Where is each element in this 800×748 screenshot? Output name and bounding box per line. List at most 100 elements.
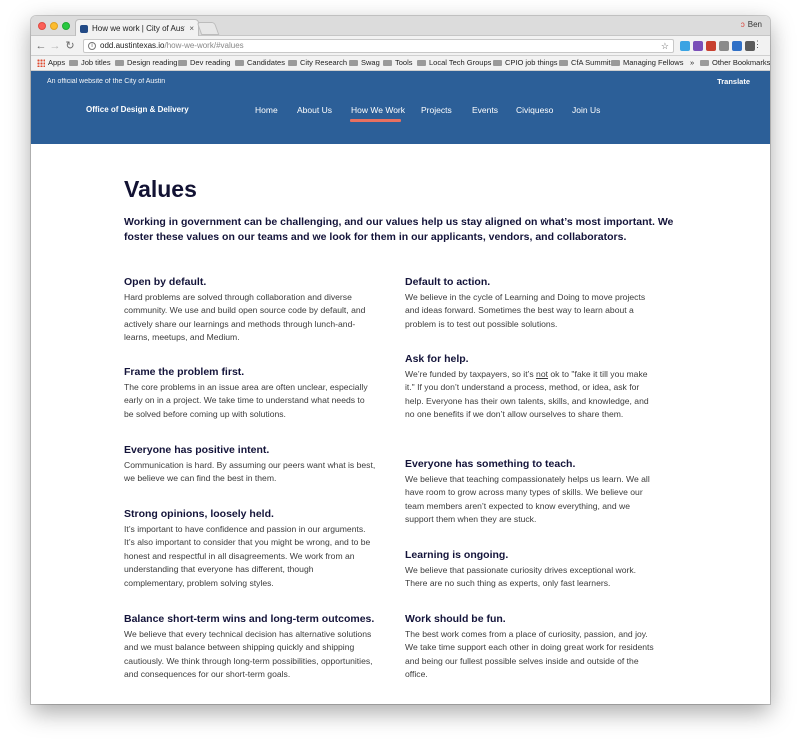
forward-arrow-icon[interactable]: → <box>49 39 61 53</box>
value-strong-opinions: Strong opinions, loosely held. It’s impo… <box>124 507 376 590</box>
value-heading: Everyone has positive intent. <box>124 444 270 456</box>
more-menu-icon[interactable]: ⋮ <box>753 39 762 50</box>
value-body: We believe in the cycle of Learning and … <box>405 292 646 329</box>
close-window-button[interactable] <box>38 22 46 30</box>
official-notice: An official website of the City of Austi… <box>47 78 166 85</box>
folder-icon <box>559 59 568 66</box>
nav-link-how-we-work[interactable]: How We Work <box>351 105 405 115</box>
folder-icon <box>69 59 78 66</box>
address-bar[interactable]: i odd.austintexas.io/how-we-work/#values … <box>83 39 674 53</box>
extension-icon[interactable] <box>719 41 729 51</box>
active-nav-indicator <box>350 119 401 122</box>
bookmarks-bar: Apps Job titles Design reading Dev readi… <box>31 56 770 71</box>
bookmark-other-bookmarks[interactable]: Other Bookmarks <box>700 58 770 67</box>
title-bar: How we work | City of Austin D × ↄBen <box>31 16 770 37</box>
back-arrow-icon[interactable]: ← <box>35 39 47 53</box>
value-body-text: We’re funded by taxpayers, so it’s <box>405 369 537 379</box>
url-path: /how-we-work/#values <box>164 41 244 50</box>
page-title: Values <box>124 176 197 202</box>
value-heading: Frame the problem first. <box>124 366 245 378</box>
folder-icon <box>700 59 709 66</box>
folder-icon <box>611 59 620 66</box>
nav-link-events[interactable]: Events <box>472 105 498 115</box>
nav-link-home[interactable]: Home <box>255 105 278 115</box>
url-host: odd.austintexas.io <box>100 41 165 50</box>
bookmark-job-titles[interactable]: Job titles <box>69 58 111 67</box>
extension-icon[interactable] <box>706 41 716 51</box>
value-open-by-default: Open by default. Hard problems are solve… <box>124 275 376 345</box>
translate-button[interactable]: Translate <box>717 77 750 86</box>
value-body: We believe that teaching compassionately… <box>405 474 650 525</box>
value-balance-wins: Balance short-term wins and long-term ou… <box>124 612 376 682</box>
reload-icon[interactable]: ↻ <box>64 39 76 53</box>
browser-window: How we work | City of Austin D × ↄBen ← … <box>31 16 770 704</box>
minimize-window-button[interactable] <box>50 22 58 30</box>
folder-icon <box>417 59 426 66</box>
value-heading: Everyone has something to teach. <box>405 458 576 470</box>
bookmark-design-reading[interactable]: Design reading <box>115 58 177 67</box>
info-icon[interactable]: i <box>88 41 96 50</box>
profile-icon: ↄ <box>740 20 745 29</box>
value-learning-ongoing: Learning is ongoing. We believe that pas… <box>405 548 657 591</box>
folder-icon <box>349 59 358 66</box>
value-something-to-teach: Everyone has something to teach. We beli… <box>405 457 657 527</box>
bookmark-swag[interactable]: Swag <box>349 58 380 67</box>
profile-name: Ben <box>747 20 762 29</box>
folder-icon <box>493 59 502 66</box>
value-body: Hard problems are solved through collabo… <box>124 292 366 343</box>
value-body: Communication is hard. By assuming our p… <box>124 460 376 484</box>
bookmark-dev-reading[interactable]: Dev reading <box>178 58 230 67</box>
value-positive-intent: Everyone has positive intent. Communicat… <box>124 443 376 486</box>
bookmarks-overflow-button[interactable]: » <box>690 58 694 67</box>
bookmark-tools[interactable]: Tools <box>383 58 413 67</box>
bookmark-star-icon[interactable]: ☆ <box>661 40 669 52</box>
value-ask-for-help: Ask for help. We’re funded by taxpayers,… <box>405 352 657 422</box>
value-heading: Work should be fun. <box>405 613 506 625</box>
value-frame-the-problem: Frame the problem first. The core proble… <box>124 365 376 421</box>
nav-link-civiqueso[interactable]: Civiqueso <box>516 105 553 115</box>
folder-icon <box>288 59 297 66</box>
extension-icon[interactable] <box>732 41 742 51</box>
value-heading: Open by default. <box>124 276 207 288</box>
value-default-to-action: Default to action. We believe in the cyc… <box>405 275 657 331</box>
value-heading: Balance short-term wins and long-term ou… <box>124 613 375 625</box>
bookmark-city-research[interactable]: City Research <box>288 58 347 67</box>
value-heading: Strong opinions, loosely held. <box>124 508 274 520</box>
bookmark-local-tech-groups[interactable]: Local Tech Groups <box>417 58 491 67</box>
value-body: We believe that passionate curiosity dri… <box>405 565 637 589</box>
folder-icon <box>178 59 187 66</box>
site-brand-link[interactable]: Office of Design & Delivery <box>86 105 189 114</box>
profile-button[interactable]: ↄ Ben <box>741 20 762 29</box>
value-body: It’s important to have confidence and pa… <box>124 524 371 588</box>
nav-link-join-us[interactable]: Join Us <box>572 105 600 115</box>
main-content: Values Working in government can be chal… <box>31 144 770 704</box>
tab-title: How we work | City of Austin D <box>92 24 185 33</box>
value-heading: Default to action. <box>405 276 491 288</box>
apps-grid-icon <box>37 58 45 67</box>
bookmark-cpio-job-things[interactable]: CPIO job things <box>493 58 558 67</box>
folder-icon <box>383 59 392 66</box>
value-heading: Learning is ongoing. <box>405 549 509 561</box>
intro-paragraph: Working in government can be challenging… <box>124 216 674 243</box>
bookmark-managing-fellows[interactable]: Managing Fellows <box>611 58 683 67</box>
value-heading: Ask for help. <box>405 353 469 365</box>
bookmark-apps[interactable]: Apps <box>37 58 65 67</box>
nav-link-about-us[interactable]: About Us <box>297 105 332 115</box>
site-favicon-icon <box>80 24 88 33</box>
nav-link-projects[interactable]: Projects <box>421 105 452 115</box>
maximize-window-button[interactable] <box>62 22 70 30</box>
extension-icon[interactable] <box>693 41 703 51</box>
bookmark-candidates[interactable]: Candidates <box>235 58 285 67</box>
new-tab-button[interactable] <box>196 22 220 35</box>
value-body: We believe that every technical decision… <box>124 629 373 680</box>
value-work-fun: Work should be fun. The best work comes … <box>405 612 657 682</box>
bookmark-cfa-summit[interactable]: CfA Summit <box>559 58 611 67</box>
browser-toolbar: ← → ↻ i odd.austintexas.io/how-we-work/#v… <box>31 36 770 56</box>
value-body: We’re funded by taxpayers, so it’s not o… <box>405 368 657 422</box>
value-body: The best work comes from a place of curi… <box>405 629 654 680</box>
tab-close-icon[interactable]: × <box>185 24 198 33</box>
extension-icon[interactable] <box>680 41 690 51</box>
site-header: An official website of the City of Austi… <box>31 71 770 144</box>
folder-icon <box>235 59 244 66</box>
browser-tab[interactable]: How we work | City of Austin D × <box>75 19 199 37</box>
